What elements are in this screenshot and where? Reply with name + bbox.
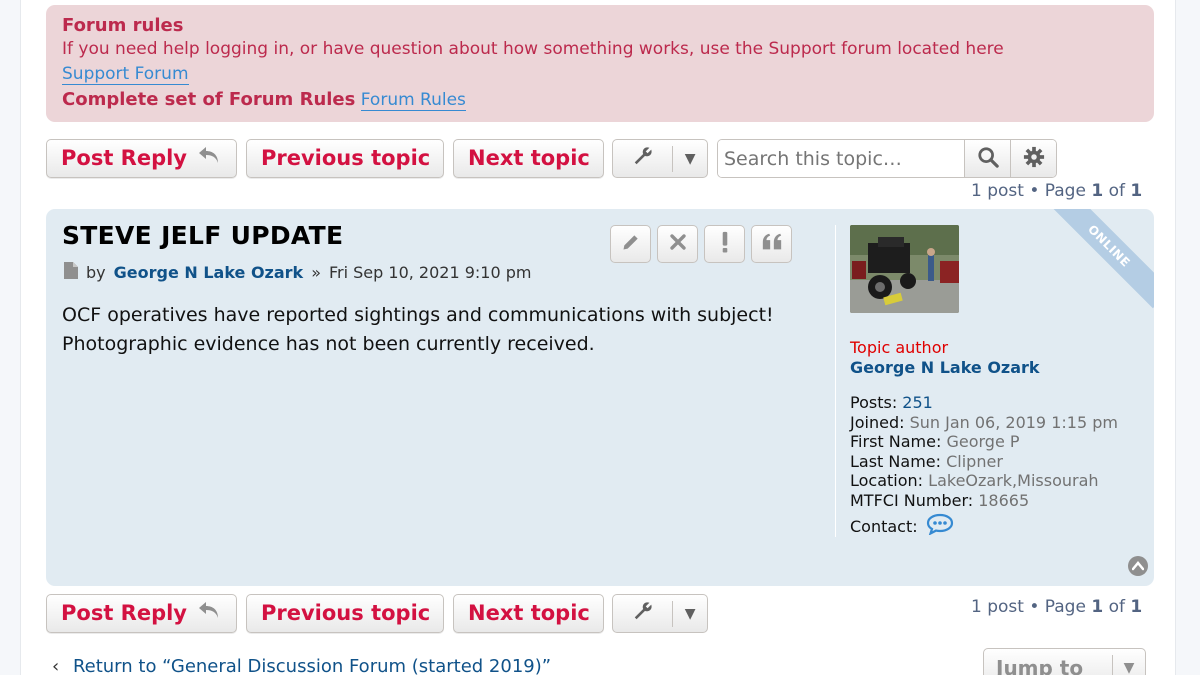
profile-username-link[interactable]: George N Lake Ozark (850, 358, 1118, 378)
chevron-down-icon: ▼ (684, 150, 696, 167)
gear-icon (1023, 146, 1045, 172)
previous-topic-button[interactable]: Previous topic (246, 139, 444, 178)
post-actions (610, 225, 792, 263)
jump-to-dropdown[interactable]: Jump to ▼ (983, 648, 1146, 675)
pencil-icon (621, 232, 641, 257)
profile-posts-link[interactable]: 251 (902, 393, 933, 412)
wrench-icon (613, 600, 672, 627)
post-container: STEVE JELF UPDATE by George N Lake Ozark… (46, 209, 1154, 586)
post-reply-button[interactable]: Post Reply (46, 139, 237, 178)
previous-topic-label-bottom: Previous topic (261, 601, 431, 625)
previous-topic-button-bottom[interactable]: Previous topic (246, 594, 444, 633)
next-topic-label-bottom: Next topic (468, 601, 590, 625)
profile-divider (835, 225, 836, 537)
previous-topic-label: Previous topic (261, 146, 431, 170)
post-reply-label: Post Reply (61, 146, 187, 170)
profile-first-name: First Name: George P (850, 432, 1020, 451)
next-topic-label: Next topic (468, 146, 590, 170)
post-author-link[interactable]: George N Lake Ozark (114, 263, 304, 282)
profile-posts: Posts: 251 (850, 393, 933, 412)
forum-rules-text: If you need help logging in, or have que… (62, 39, 1004, 59)
exclamation-icon (720, 231, 730, 258)
topic-search-box (717, 139, 1057, 178)
forum-rules-box: Forum rules If you need help logging in,… (46, 5, 1154, 122)
next-topic-button[interactable]: Next topic (453, 139, 604, 178)
search-input[interactable] (718, 140, 964, 177)
profile-last-name: Last Name: Clipner (850, 451, 1003, 471)
forum-rules-link[interactable]: Forum Rules (360, 90, 466, 111)
post-date: Fri Sep 10, 2021 9:10 pm (329, 263, 532, 282)
topic-tools-dropdown-bottom[interactable]: ▼ (612, 594, 708, 633)
post-reply-label-bottom: Post Reply (61, 601, 187, 625)
advanced-search-button[interactable] (1010, 140, 1056, 177)
post-author-line: by George N Lake Ozark » Fri Sep 10, 202… (64, 262, 531, 283)
report-post-button[interactable] (704, 225, 745, 263)
reply-arrow-icon (197, 140, 221, 177)
total-pages: 1 (1130, 181, 1143, 201)
post-file-icon[interactable] (64, 262, 78, 283)
delete-post-button[interactable] (657, 225, 698, 263)
search-button[interactable] (964, 140, 1010, 177)
complete-rules-label: Complete set of Forum Rules (62, 89, 356, 110)
chat-bubble-icon[interactable] (926, 513, 954, 540)
return-to-forum-link[interactable]: ‹ Return to “General Discussion Forum (s… (52, 656, 551, 675)
post-reply-button-bottom[interactable]: Post Reply (46, 594, 237, 633)
topic-tools-dropdown[interactable]: ▼ (612, 139, 708, 178)
arrow-up-circle-icon[interactable] (1128, 556, 1148, 576)
magnifier-icon (977, 146, 999, 172)
profile-contact: Contact: (850, 513, 1118, 540)
profile-location: Location: LakeOzark,Missourah (850, 471, 1099, 490)
reply-arrow-icon (197, 595, 221, 632)
x-icon (669, 232, 687, 256)
wrench-icon (613, 145, 672, 172)
user-rank: Topic author (850, 338, 949, 357)
post-title[interactable]: STEVE JELF UPDATE (62, 221, 343, 250)
chevron-left-icon: ‹ (52, 656, 60, 675)
support-forum-link[interactable]: Support Forum (62, 64, 189, 85)
profile-joined: Joined: Sun Jan 06, 2019 1:15 pm (850, 412, 1118, 432)
pagination-top: 1 post • Page 1 of 1 (971, 181, 1143, 201)
post-count: 1 post (971, 181, 1024, 201)
chevron-down-icon: ▼ (1123, 660, 1135, 675)
quote-icon (761, 232, 783, 257)
next-topic-button-bottom[interactable]: Next topic (453, 594, 604, 633)
post-profile: Topic author George N Lake Ozark Posts: … (850, 338, 1118, 540)
forum-rules-title: Forum rules (62, 15, 184, 36)
avatar[interactable] (850, 225, 959, 313)
chevron-down-icon: ▼ (684, 605, 696, 622)
pagination-bottom: 1 post • Page 1 of 1 (971, 597, 1143, 617)
quote-post-button[interactable] (751, 225, 792, 263)
online-badge: ONLINE (1046, 209, 1154, 309)
post-content: OCF operatives have reported sightings a… (62, 304, 774, 355)
jump-to-label: Jump to (996, 656, 1084, 675)
edit-post-button[interactable] (610, 225, 651, 263)
profile-mtfci: MTFCI Number: 18665 (850, 490, 1030, 510)
current-page: 1 (1091, 181, 1104, 201)
